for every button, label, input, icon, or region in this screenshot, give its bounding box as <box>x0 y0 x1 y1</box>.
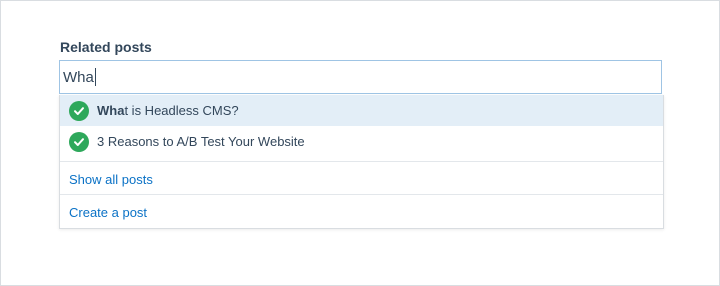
text-caret <box>94 68 96 86</box>
field-label: Related posts <box>60 39 152 55</box>
title-remainder: t is Headless CMS? <box>124 103 239 118</box>
input-value: Wha <box>63 68 94 86</box>
suggestion-item[interactable]: 3 Reasons to A/B Test Your Website <box>60 126 663 157</box>
create-post-link[interactable]: Create a post <box>69 205 147 220</box>
divider <box>60 194 663 195</box>
show-all-posts-link[interactable]: Show all posts <box>69 172 153 187</box>
suggestions-dropdown: What is Headless CMS? 3 Reasons to A/B T… <box>59 95 664 229</box>
suggestion-item[interactable]: What is Headless CMS? <box>60 95 663 126</box>
panel: Related posts Wha What is Headless CMS? … <box>0 0 720 286</box>
related-posts-input[interactable]: Wha <box>59 60 662 94</box>
suggestion-title: 3 Reasons to A/B Test Your Website <box>97 134 305 149</box>
suggestion-title: What is Headless CMS? <box>97 103 239 118</box>
divider <box>60 161 663 162</box>
title-text: 3 Reasons to A/B Test Your Website <box>97 134 305 149</box>
check-circle-icon <box>69 100 89 121</box>
check-circle-icon <box>69 131 89 152</box>
match-highlight: Wha <box>97 103 125 118</box>
